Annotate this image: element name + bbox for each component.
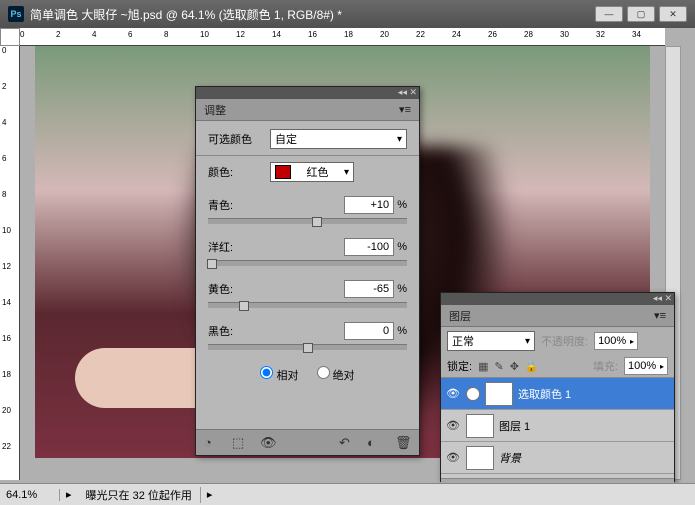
slider-track[interactable]	[208, 218, 407, 224]
ruler-corner	[0, 28, 20, 46]
slider-label: 黄色:	[208, 281, 233, 297]
slider-value[interactable]	[344, 196, 394, 214]
method-label: 可选颜色	[208, 131, 264, 147]
trash-icon[interactable]: 🗑	[395, 435, 411, 451]
slider-label: 洋红:	[208, 239, 233, 255]
lock-paint-icon[interactable]: ✎	[494, 360, 503, 373]
document-title: 简单调色 大眼仔 ~旭.psd @ 64.1% (选取颜色 1, RGB/8#)…	[30, 6, 342, 23]
layer-thumbnail[interactable]	[466, 414, 494, 438]
lock-all-icon[interactable]: 🔒	[525, 360, 539, 373]
preset-select[interactable]: 自定	[270, 129, 407, 149]
slider-thumb[interactable]	[207, 259, 217, 269]
toggle-icon[interactable]: ◔	[204, 435, 220, 451]
layer-name[interactable]: 选取颜色 1	[518, 386, 571, 402]
absolute-radio[interactable]: 绝对	[317, 366, 355, 383]
slider-value[interactable]	[344, 238, 394, 256]
color-select[interactable]: 红色	[270, 162, 354, 182]
slider-track[interactable]	[208, 260, 407, 266]
slider-value[interactable]	[344, 322, 394, 340]
slider-track[interactable]	[208, 302, 407, 308]
adjustments-tab[interactable]: 调整▾≡	[196, 99, 419, 121]
layers-panel-header[interactable]: ◂◂ ✕	[441, 293, 674, 305]
app-icon: Ps	[8, 6, 24, 22]
slider-thumb[interactable]	[239, 301, 249, 311]
lock-move-icon[interactable]: ✥	[510, 360, 519, 373]
expand-icon[interactable]: ⬚	[232, 435, 248, 451]
adjustment-icon	[466, 387, 480, 401]
reset-icon[interactable]: ↶	[339, 435, 355, 451]
slider-label: 青色:	[208, 197, 233, 213]
statusbar: 64.1% ▸ 曝光只在 32 位起作用 ▸	[0, 483, 695, 505]
slider-thumb[interactable]	[303, 343, 313, 353]
layer-name[interactable]: 背景	[499, 450, 521, 466]
visibility-toggle[interactable]: 👁	[445, 451, 461, 464]
close-button[interactable]: ✕	[659, 6, 687, 22]
slider-value[interactable]	[344, 280, 394, 298]
layer-thumbnail[interactable]	[466, 446, 494, 470]
status-info: 曝光只在 32 位起作用	[78, 487, 201, 503]
layer-name[interactable]: 图层 1	[499, 418, 530, 434]
clip-icon[interactable]: ◐	[367, 435, 383, 451]
fill-field[interactable]: 100%	[624, 357, 668, 375]
layer-row[interactable]: 👁 选取颜色 1	[441, 378, 674, 410]
opacity-field[interactable]: 100%	[594, 332, 638, 350]
panel-minimize-icon[interactable]: ◂◂ ✕	[398, 87, 417, 98]
visibility-toggle[interactable]: 👁	[445, 387, 461, 400]
mask-thumbnail[interactable]	[485, 382, 513, 406]
layer-row[interactable]: 👁 背景	[441, 442, 674, 474]
fill-label: 填充:	[593, 358, 618, 374]
expand-icon[interactable]: ▸	[60, 488, 78, 501]
layers-tab[interactable]: 图层▾≡	[441, 305, 674, 327]
panel-header[interactable]: ◂◂ ✕	[196, 87, 419, 99]
lock-label: 锁定:	[447, 358, 472, 374]
color-label: 颜色:	[208, 164, 264, 180]
lock-transparent-icon[interactable]: ▦	[478, 360, 488, 373]
visibility-icon[interactable]: 👁	[260, 435, 276, 451]
visibility-toggle[interactable]: 👁	[445, 419, 461, 432]
slider-thumb[interactable]	[312, 217, 322, 227]
relative-radio[interactable]: 相对	[260, 366, 298, 383]
maximize-button[interactable]: ▢	[627, 6, 655, 22]
layers-panel: ◂◂ ✕ 图层▾≡ 正常 不透明度: 100% 锁定: ▦ ✎ ✥ 🔒 填充: …	[440, 292, 675, 482]
slider-label: 黑色:	[208, 323, 233, 339]
adjustments-panel: ◂◂ ✕ 调整▾≡ 可选颜色 自定 颜色: 红色 青色: %洋红: %黄色: %…	[195, 86, 420, 456]
layer-row[interactable]: 👁 图层 1	[441, 410, 674, 442]
ruler-horizontal[interactable]: 0246810121416182022242628303234	[20, 28, 665, 46]
color-swatch	[275, 165, 291, 179]
ruler-vertical[interactable]: 0246810121416182022	[0, 46, 20, 480]
slider-track[interactable]	[208, 344, 407, 350]
zoom-level[interactable]: 64.1%	[0, 489, 60, 501]
opacity-label: 不透明度:	[541, 333, 588, 349]
minimize-button[interactable]: —	[595, 6, 623, 22]
blend-mode-select[interactable]: 正常	[447, 331, 535, 351]
panel-footer: ◔ ⬚ 👁 ↶ ◐ 🗑	[196, 429, 419, 455]
window-titlebar: Ps 简单调色 大眼仔 ~旭.psd @ 64.1% (选取颜色 1, RGB/…	[0, 0, 695, 28]
